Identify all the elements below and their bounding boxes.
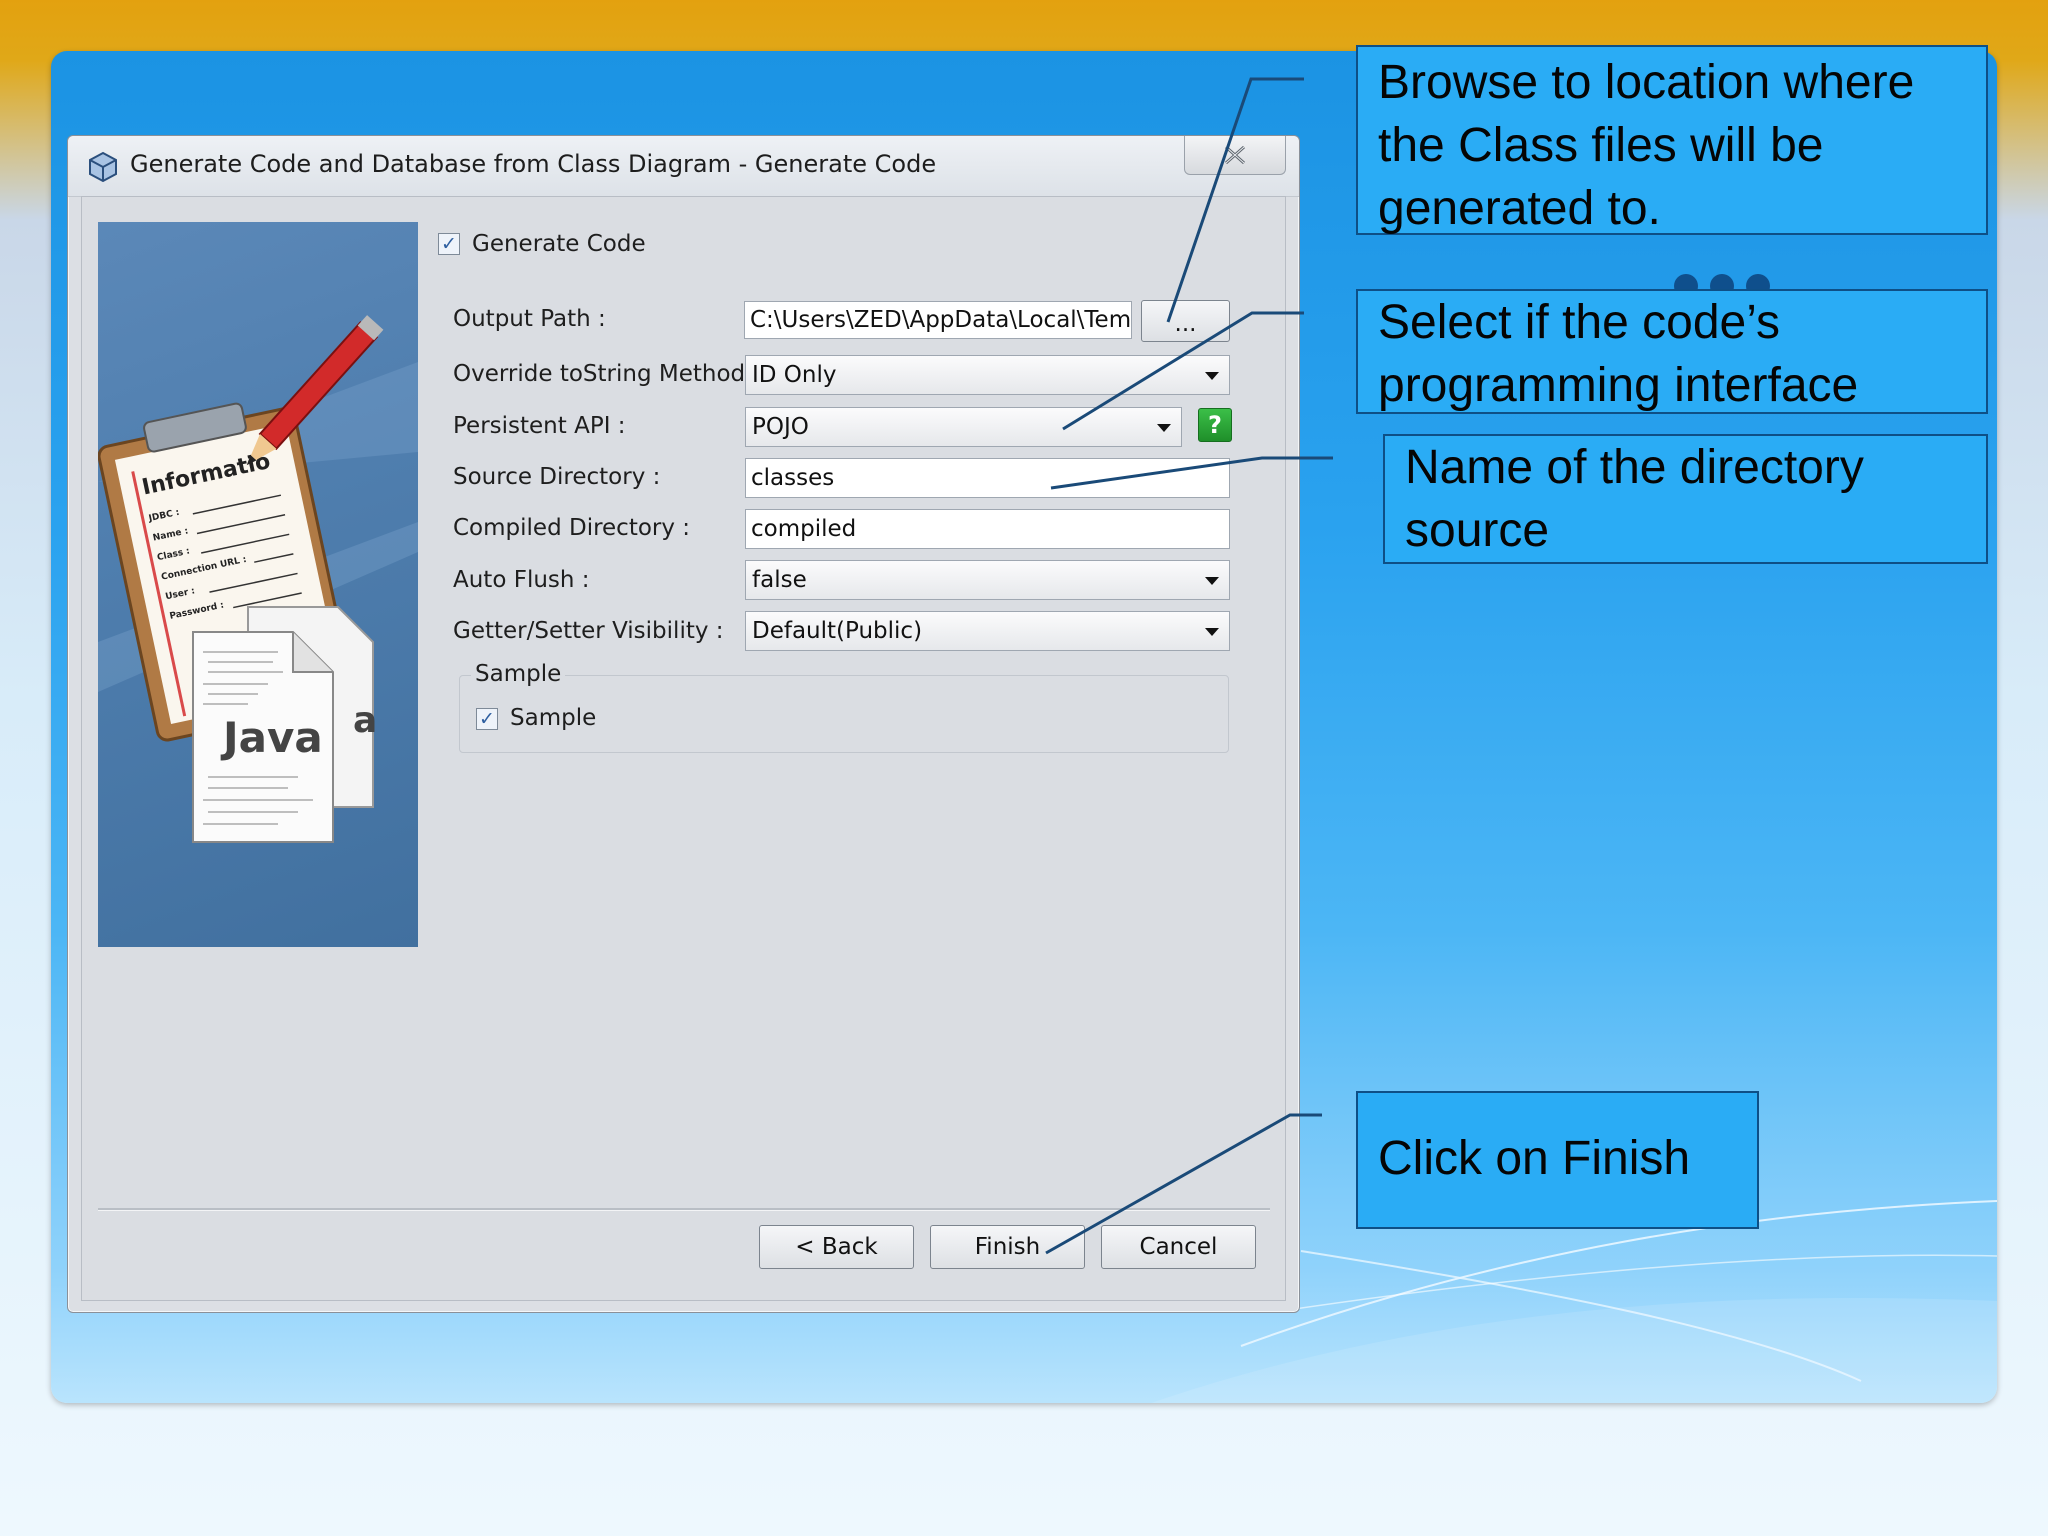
persistent-api-select[interactable]: POJO (745, 407, 1182, 447)
callout-finish-line-1: Click on Finish (1378, 1132, 1691, 1185)
override-tostring-select[interactable]: ID Only (745, 355, 1230, 395)
getter-setter-value: Default(Public) (752, 618, 923, 644)
cancel-button[interactable]: Cancel (1101, 1225, 1256, 1269)
output-path-field[interactable]: C:\Users\ZED\AppData\Local\Temp\ (744, 301, 1132, 339)
persistent-api-label: Persistent API : (453, 413, 626, 439)
dialog-title: Generate Code and Database from Class Di… (130, 150, 937, 178)
close-icon (1225, 145, 1245, 165)
source-directory-label: Source Directory : (453, 464, 661, 490)
help-icon[interactable]: ? (1198, 408, 1232, 442)
sample-group-title: Sample (471, 661, 566, 687)
callout-browse-line-3: generated to. (1378, 182, 1661, 235)
sample-checkbox-label: Sample (510, 705, 597, 731)
override-tostring-label: Override toString Method : (453, 361, 761, 387)
callout-browse-line-1: Browse to location where (1378, 56, 1915, 109)
dialog-titlebar: Generate Code and Database from Class Di… (68, 136, 1299, 197)
auto-flush-value: false (752, 567, 807, 593)
wizard-illustration: Informatio JDBC : Name : Class : Connect… (98, 222, 418, 947)
close-button[interactable] (1184, 136, 1286, 175)
generate-code-dialog: Generate Code and Database from Class Di… (67, 135, 1300, 1313)
compiled-directory-label: Compiled Directory : (453, 515, 691, 541)
generate-code-label: Generate Code (472, 231, 646, 257)
clipboard-java-illustration: Informatio JDBC : Name : Class : Connect… (98, 315, 418, 843)
chevron-down-icon (1205, 577, 1219, 585)
persistent-api-value: POJO (752, 414, 809, 440)
callout-select-line-2: programming interface (1378, 359, 1859, 412)
callout-directory-line-2: source (1405, 504, 1550, 557)
source-directory-field[interactable]: classes (745, 458, 1230, 498)
button-separator (98, 1208, 1270, 1211)
callout-finish: Click on Finish (1356, 1091, 1759, 1229)
callout-browse: Browse to location where the Class files… (1356, 45, 1988, 235)
compiled-directory-field[interactable]: compiled (745, 509, 1230, 549)
java-text: Java (220, 713, 323, 762)
getter-setter-select[interactable]: Default(Public) (745, 611, 1230, 651)
callout-select-api: Select if the code’s programming interfa… (1356, 289, 1988, 414)
sample-checkbox[interactable]: ✓ (476, 708, 498, 730)
callout-directory: Name of the directory source (1383, 434, 1988, 564)
chevron-down-icon (1157, 424, 1171, 432)
getter-setter-label: Getter/Setter Visibility : (453, 618, 724, 644)
generate-code-checkbox[interactable]: ✓ (438, 233, 460, 255)
output-path-label: Output Path : (453, 306, 606, 332)
callout-select-line-1: Select if the code’s (1378, 296, 1781, 349)
browse-button[interactable]: ... (1141, 300, 1230, 342)
callout-browse-line-2: the Class files will be (1378, 119, 1824, 172)
chevron-down-icon (1205, 628, 1219, 636)
auto-flush-select[interactable]: false (745, 560, 1230, 600)
cube-icon (89, 151, 117, 183)
illustration-partial-text: a (353, 700, 377, 741)
callout-directory-line-1: Name of the directory (1405, 441, 1864, 494)
finish-button[interactable]: Finish (930, 1225, 1085, 1269)
back-button[interactable]: < Back (759, 1225, 914, 1269)
chevron-down-icon (1205, 372, 1219, 380)
override-tostring-value: ID Only (752, 362, 837, 388)
auto-flush-label: Auto Flush : (453, 567, 590, 593)
